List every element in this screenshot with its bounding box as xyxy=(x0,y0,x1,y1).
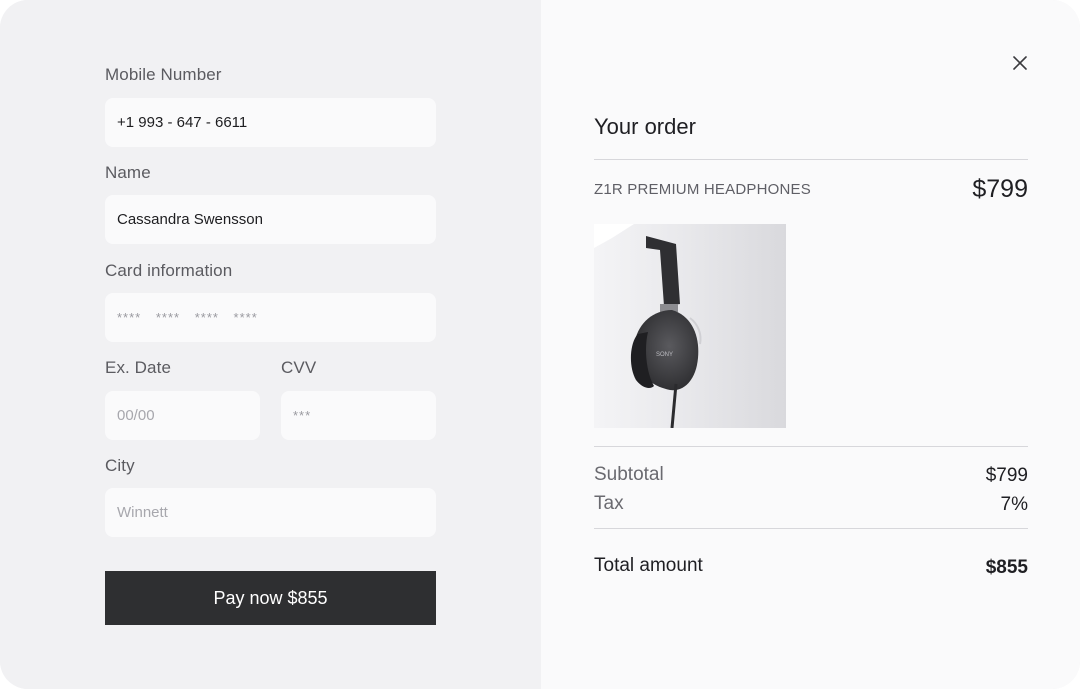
product-name: Z1R PREMIUM HEADPHONES xyxy=(594,181,811,198)
total-amount-value: $855 xyxy=(985,557,1028,578)
mobile-number-input[interactable]: +1 993 - 647 - 6611 xyxy=(105,98,436,147)
close-icon xyxy=(1013,56,1027,70)
checkout-card: Mobile Number +1 993 - 647 - 6611 Name C… xyxy=(0,0,1080,689)
name-input[interactable]: Cassandra Swensson xyxy=(105,195,436,244)
subtotal-label: Subtotal xyxy=(594,464,664,485)
divider xyxy=(594,528,1028,529)
tax-value: 7% xyxy=(1000,494,1028,515)
product-brand-mark: SONY xyxy=(656,352,673,358)
product-price: $799 xyxy=(972,175,1028,203)
expiry-date-input[interactable]: 00/00 xyxy=(105,391,260,440)
cvv-label: CVV xyxy=(281,358,317,377)
close-button[interactable] xyxy=(1010,53,1030,73)
divider xyxy=(594,446,1028,447)
mobile-number-label: Mobile Number xyxy=(105,65,222,84)
order-title: Your order xyxy=(594,114,696,139)
city-input[interactable]: Winnett xyxy=(105,488,436,537)
subtotal-value: $799 xyxy=(985,465,1028,486)
divider xyxy=(594,159,1028,160)
expiry-date-label: Ex. Date xyxy=(105,358,171,377)
payment-form-panel: Mobile Number +1 993 - 647 - 6611 Name C… xyxy=(0,0,541,689)
card-number-input[interactable]: **** **** **** **** xyxy=(105,293,436,342)
pay-now-button[interactable]: Pay now $855 xyxy=(105,571,436,625)
total-amount-label: Total amount xyxy=(594,555,703,576)
cvv-input[interactable]: *** xyxy=(281,391,436,440)
city-label: City xyxy=(105,456,135,475)
tax-label: Tax xyxy=(594,493,624,514)
product-image: SONY xyxy=(594,224,786,428)
card-information-label: Card information xyxy=(105,261,233,280)
name-label: Name xyxy=(105,163,151,182)
